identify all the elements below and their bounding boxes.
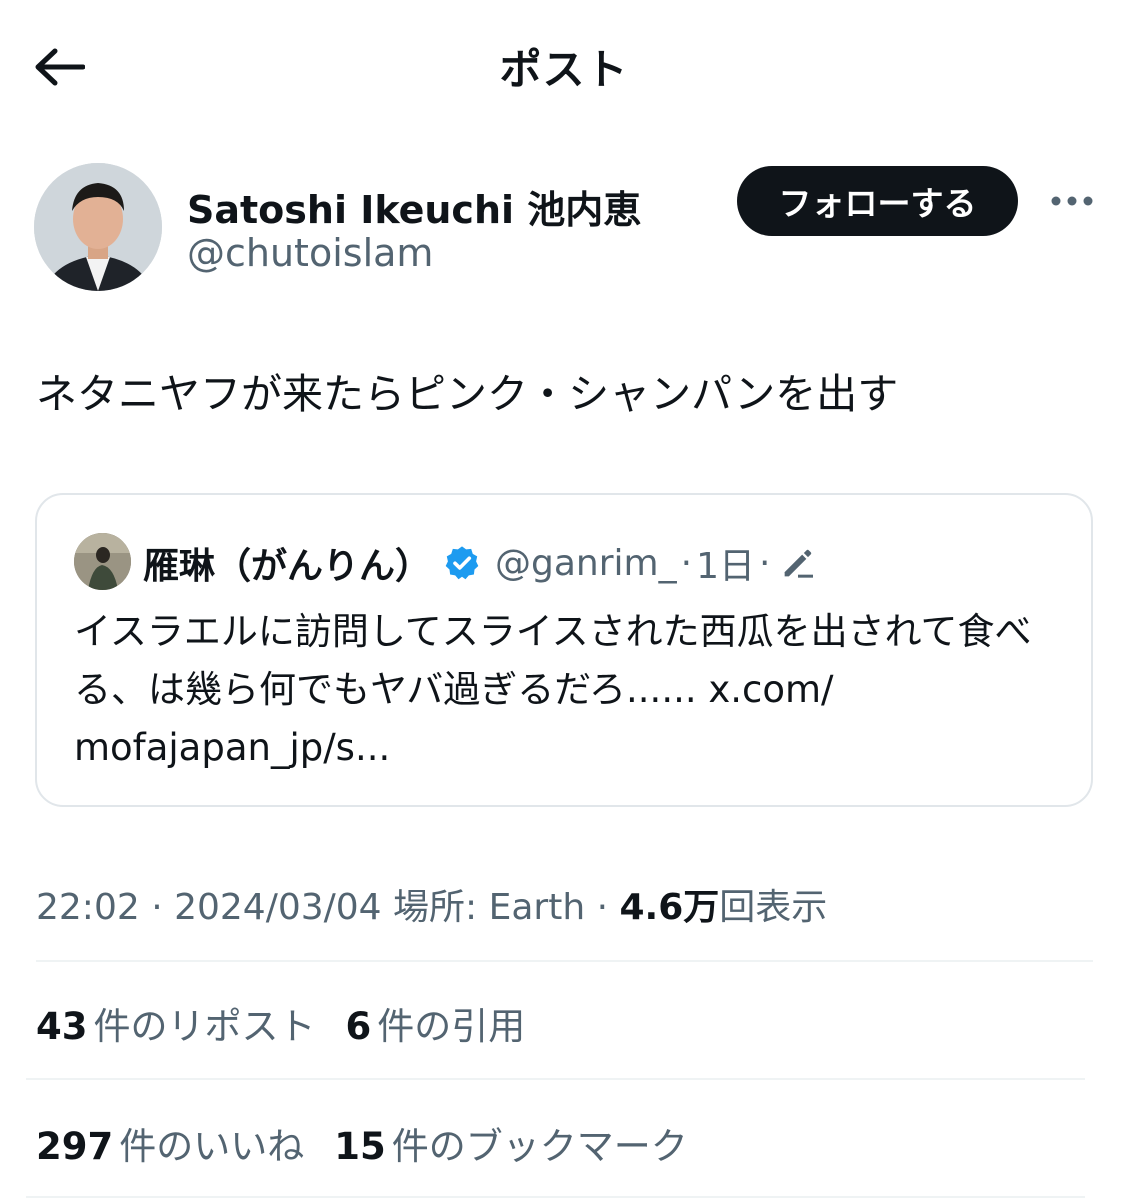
post-time[interactable]: 22:02 xyxy=(36,887,140,928)
reposts-stat[interactable]: 43 件のリポスト xyxy=(36,996,316,1050)
quoted-author-name: 雁琳（がんりん） xyxy=(143,546,432,587)
likes-stat[interactable]: 297 件のいいね xyxy=(36,1116,304,1170)
views-count: 4.6万 xyxy=(619,887,720,928)
edit-pen-icon xyxy=(778,543,818,583)
quotes-stat[interactable]: 6 件の引用 xyxy=(346,996,526,1050)
separator-dot: · xyxy=(758,542,771,584)
quoted-post-card[interactable]: 雁琳（がんりん） @ganrim_ · 1日 · イスラエルに訪問してスライスさ… xyxy=(35,493,1093,807)
quoted-author-handle: @ganrim_ xyxy=(495,542,677,584)
reposts-count: 43 xyxy=(36,1005,88,1048)
more-options-button[interactable] xyxy=(1044,183,1100,219)
verified-badge-icon xyxy=(443,544,481,582)
quoted-post-header: 雁琳（がんりん） @ganrim_ · 1日 · xyxy=(143,535,818,591)
divider xyxy=(36,960,1093,962)
separator-dot: · xyxy=(585,887,620,928)
separator-dot: · xyxy=(139,887,175,928)
stats-row-reposts: 43 件のリポスト 6 件の引用 xyxy=(36,996,555,1050)
post-text: ネタニヤフが来たらピンク・シャンパンを出す xyxy=(36,370,899,418)
person-photo-icon xyxy=(34,163,162,291)
stats-row-likes: 297 件のいいね 15 件のブックマーク xyxy=(36,1116,718,1170)
author-handle[interactable]: @chutoislam xyxy=(187,231,433,275)
more-horizontal-icon xyxy=(1051,196,1093,206)
quoted-post-time: 1日 xyxy=(696,546,755,587)
likes-label: 件のいいね xyxy=(119,1125,305,1168)
quoted-author-avatar[interactable] xyxy=(74,533,131,590)
post-meta: 22:02 · 2024/03/04 場所: Earth · 4.6万回表示 xyxy=(36,878,827,930)
author-row: Satoshi Ikeuchi 池内恵 @chutoislam フォローする xyxy=(34,163,1104,293)
separator-dot: · xyxy=(680,542,693,584)
author-avatar[interactable] xyxy=(34,163,162,291)
top-bar: ポスト xyxy=(0,0,1128,130)
person-photo-icon xyxy=(74,533,131,590)
reposts-label: 件のリポスト xyxy=(93,1005,316,1048)
post-location: 場所: Earth xyxy=(381,887,586,928)
views-label: 回表示 xyxy=(719,887,828,928)
bookmarks-stat[interactable]: 15 件のブックマーク xyxy=(334,1116,688,1170)
follow-button[interactable]: フォローする xyxy=(737,166,1018,236)
quotes-count: 6 xyxy=(345,1005,372,1048)
post-date[interactable]: 2024/03/04 xyxy=(174,887,382,928)
author-display-name[interactable]: Satoshi Ikeuchi 池内恵 xyxy=(187,179,641,234)
divider xyxy=(26,1078,1085,1080)
quotes-label: 件の引用 xyxy=(377,1005,526,1048)
bookmarks-count: 15 xyxy=(334,1125,386,1168)
page-title: ポスト xyxy=(499,45,629,94)
quoted-post-text: イスラエルに訪問してスライスされた西瓜を出されて食べる、は幾ら何でもヤバ過ぎるだ… xyxy=(74,610,1032,769)
bookmarks-label: 件のブックマーク xyxy=(391,1125,688,1168)
divider xyxy=(26,1196,1085,1198)
likes-count: 297 xyxy=(36,1125,114,1168)
